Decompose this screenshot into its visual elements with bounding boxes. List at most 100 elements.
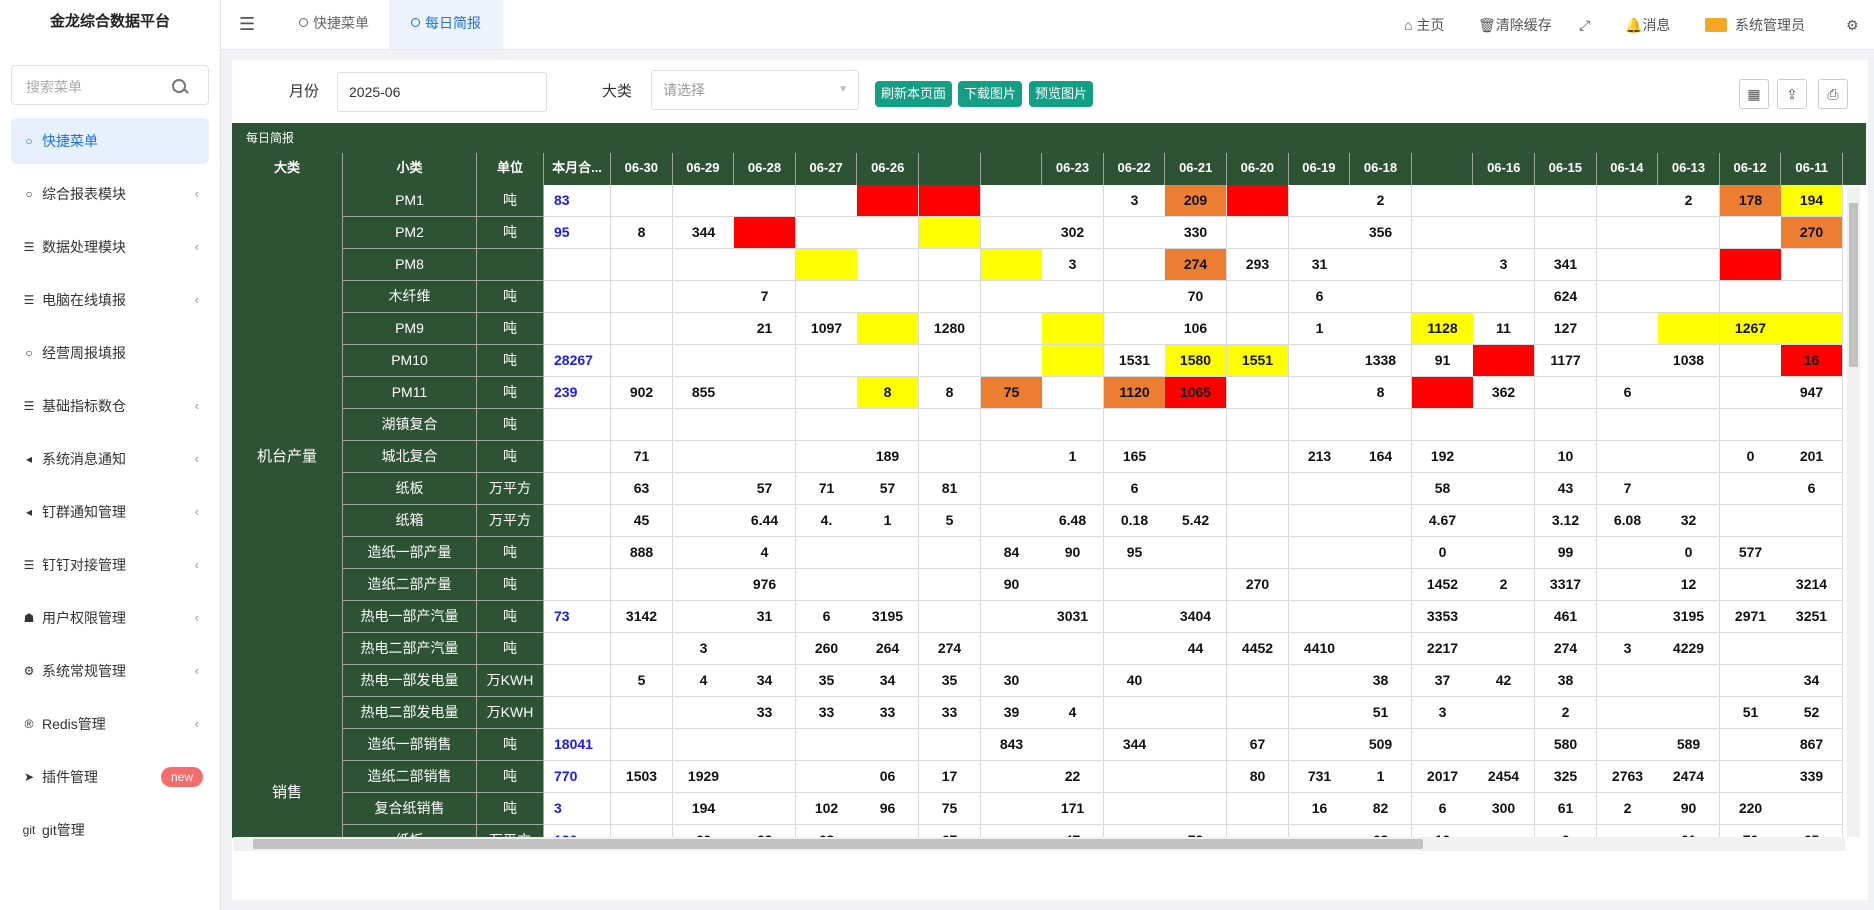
messages-link[interactable]: 🔔消息 [1625,0,1670,49]
sidebar-item-2[interactable]: ☰ 数据处理模块 ‹ [11,224,209,270]
menu-item-label: 数据处理模块 [42,239,126,255]
export-icon[interactable]: ⇪ [1777,79,1807,109]
data-cell [1473,537,1535,569]
sidebar-item-12[interactable]: ➤ 插件管理 new [11,754,209,800]
report-title: 每日简报 [232,123,1866,153]
menu-search-input[interactable]: 搜索菜单 [11,65,209,105]
data-cell [1227,505,1289,537]
data-cell [796,729,858,761]
refresh-page-button[interactable]: 刷新本页面 [875,81,953,107]
sidebar-item-5[interactable]: ☰ 基础指标数仓 ‹ [11,383,209,429]
data-cell: 274 [1165,249,1227,281]
sidebar-item-9[interactable]: ☗ 用户权限管理 ‹ [11,595,209,641]
data-cell [1289,185,1351,217]
chevron-left-icon: ‹ [194,663,199,678]
unit-cell: 万平方 [477,473,544,505]
print-icon[interactable]: ⎙ [1818,79,1848,109]
data-cell [1658,441,1720,473]
data-cell: 06 [857,761,919,793]
vertical-scrollbar[interactable] [1847,187,1860,837]
data-cell: 293 [1227,249,1289,281]
horizontal-scroll-thumb[interactable] [253,839,1423,849]
data-cell [1720,377,1782,409]
data-cell: 0 [1412,537,1474,569]
date-header-cell: 06-28 [734,153,796,185]
data-cell: 33 [796,697,858,729]
data-cell [1350,249,1412,281]
tab-shortcut-menu[interactable]: 快捷菜单 [277,0,391,49]
month-total-cell: 73 [544,601,611,633]
data-cell: 8 [611,217,673,249]
data-cell: 80 [1227,761,1289,793]
data-cell [1227,793,1289,825]
sidebar-item-8[interactable]: ☰ 钉钉对接管理 ‹ [11,542,209,588]
sidebar-item-1[interactable]: ○ 综合报表模块 ‹ [11,171,209,217]
data-cell [796,537,858,569]
menu-toggle-icon[interactable]: ☰ [239,14,255,35]
menu-item-label: 钉钉对接管理 [42,557,126,573]
data-cell: 1 [857,505,919,537]
data-cell [1473,729,1535,761]
sidebar-item-4[interactable]: ○ 经营周报填报 [11,330,209,376]
data-cell [1658,665,1720,697]
sidebar-item-7[interactable]: ◂ 钉群通知管理 ‹ [11,489,209,535]
data-cell: 127 [1535,313,1597,345]
data-cell: 67 [1227,729,1289,761]
sidebar-item-10[interactable]: ⚙ 系统常规管理 ‹ [11,648,209,694]
preview-image-button[interactable]: 预览图片 [1029,81,1094,107]
month-total-cell: 28267 [544,345,611,377]
data-cell: 3404 [1165,601,1227,633]
download-image-button[interactable]: 下载图片 [958,81,1023,107]
data-cell [1720,281,1782,313]
fullscreen-icon[interactable]: ⤢ [1579,0,1590,49]
sidebar: 金龙综合数据平台 搜索菜单 ○ 快捷菜单 ○ 综合报表模块 ‹ ☰ 数据处理模块 ‹ ☰ 电脑在线… [0,0,221,910]
subcategory-cell: 纸板 [343,473,477,505]
sidebar-item-6[interactable]: ◂ 系统消息通知 ‹ [11,436,209,482]
vertical-scroll-thumb[interactable] [1849,203,1858,367]
horizontal-scrollbar[interactable] [233,837,1845,851]
data-cell [1412,409,1474,441]
sidebar-item-0[interactable]: ○ 快捷菜单 [11,118,209,164]
data-cell: 577 [1720,537,1782,569]
data-cell [1597,665,1659,697]
data-cell: 52 [1781,697,1843,729]
date-header-cell: 06-19 [1289,153,1351,185]
tab-daily-brief[interactable]: 每日简报 [389,0,503,49]
subcategory-cell: PM11 [343,377,477,409]
settings-gear-icon[interactable]: ⚙ [1846,0,1859,49]
month-picker[interactable]: 2025-06 [337,72,547,112]
data-cell [1104,633,1166,665]
data-cell: 300 [1473,793,1535,825]
data-cell [1597,185,1659,217]
columns-icon[interactable]: ▦ [1739,79,1769,109]
data-cell [1042,313,1104,345]
data-cell [1227,217,1289,249]
data-cell [1289,409,1351,441]
subcategory-cell: 木纤维 [343,281,477,313]
sidebar-item-13[interactable]: git git管理 [11,807,209,853]
data-cell: 90 [981,569,1043,601]
data-cell: 71 [796,473,858,505]
data-cell [1597,409,1659,441]
sidebar-item-11[interactable]: ® Redis管理 ‹ [11,701,209,747]
data-cell [919,345,981,377]
data-cell [1597,345,1659,377]
sidebar-item-3[interactable]: ☰ 电脑在线填报 ‹ [11,277,209,323]
data-cell: 63 [611,473,673,505]
data-cell [857,409,919,441]
data-cell: 209 [1165,185,1227,217]
data-cell: 189 [857,441,919,473]
month-total-cell [544,505,611,537]
date-header-cell [919,153,981,185]
clear-cache-link[interactable]: 🗑清除缓存 [1478,0,1552,49]
date-header-cell [981,153,1043,185]
data-cell [1165,761,1227,793]
month-total-cell: 3 [544,793,611,825]
data-cell: 3 [1104,185,1166,217]
category-select[interactable]: 请选择 ▼ [651,70,859,110]
data-cell [734,377,796,409]
user-menu[interactable]: 系统管理员 [1705,0,1805,49]
home-link[interactable]: ⌂ 主页 [1404,0,1444,49]
data-cell: 31 [1289,249,1351,281]
search-icon[interactable] [172,79,186,93]
